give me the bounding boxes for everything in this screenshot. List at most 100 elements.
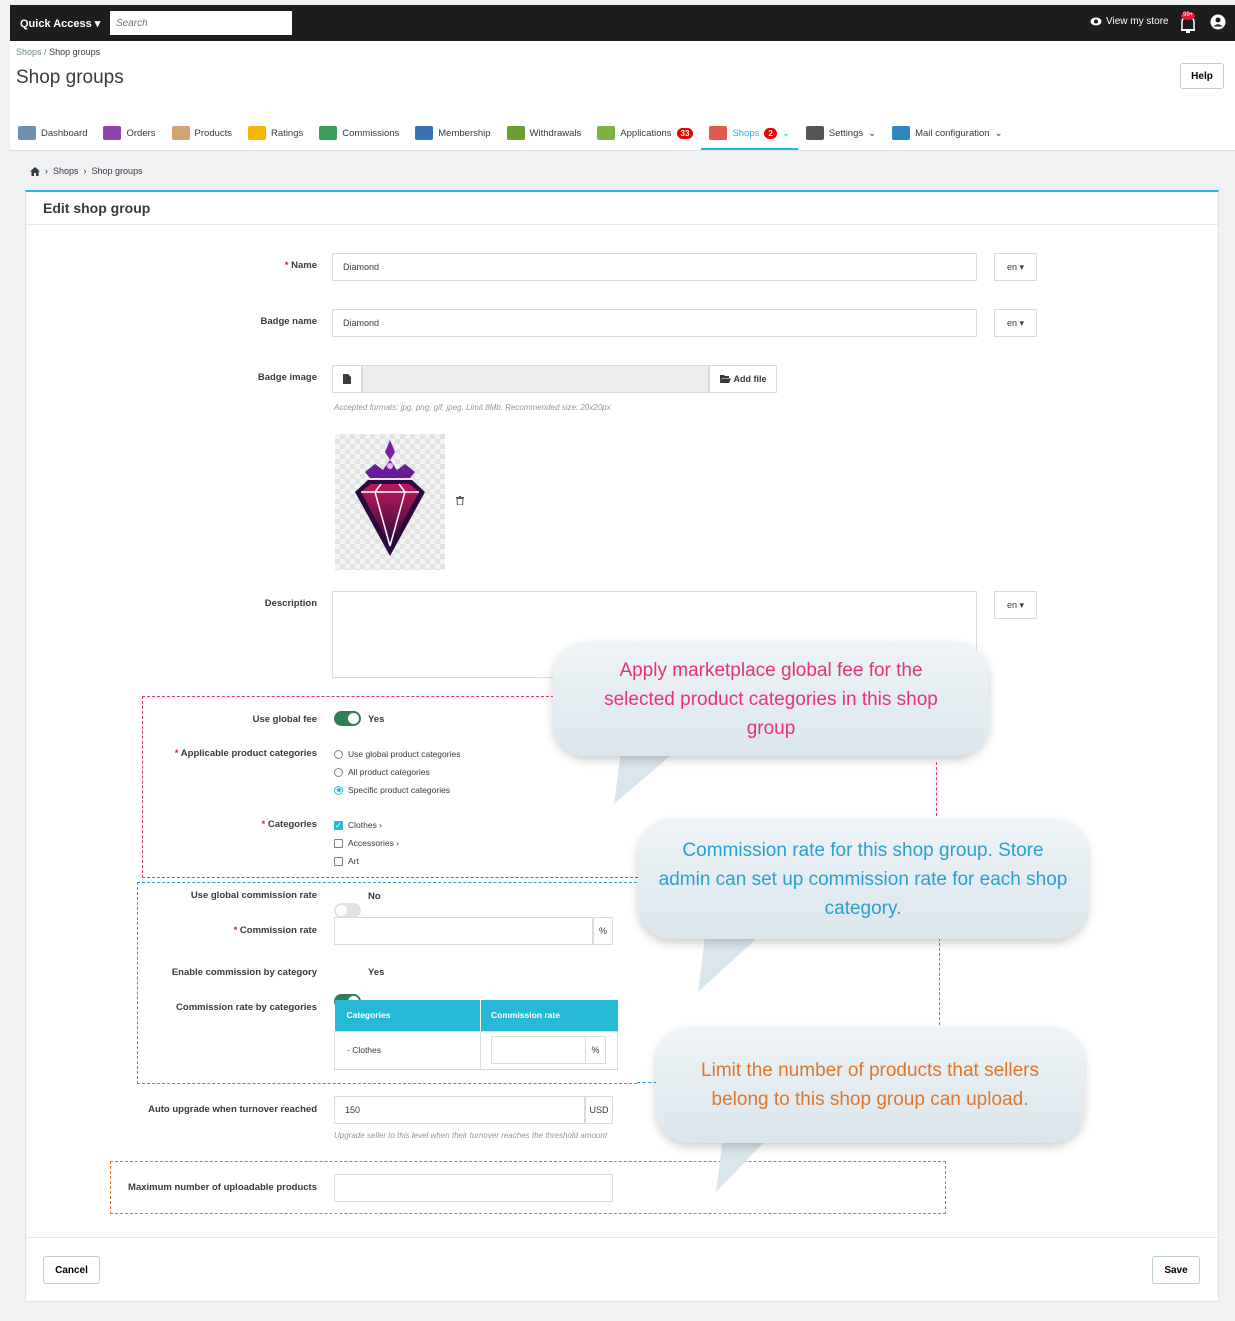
applicable-option[interactable]: Specific product categories: [334, 785, 460, 795]
use-global-fee-label: Use global fee: [252, 714, 317, 725]
top-bar: Quick Access ▾ View my store 99+: [10, 5, 1235, 41]
use-global-fee-value: Yes: [368, 714, 385, 725]
use-global-commission-label: Use global commission rate: [190, 890, 317, 901]
callout-commission-rate: Commission rate for this shop group. Sto…: [638, 819, 1088, 939]
category-item[interactable]: Accessories ›: [334, 838, 399, 848]
view-store-link[interactable]: View my store: [1090, 16, 1169, 27]
categories-label: * Categories: [150, 819, 317, 830]
trash-icon[interactable]: [456, 496, 464, 505]
auto-upgrade-help: Upgrade seller to this level when their …: [334, 1131, 608, 1140]
auto-upgrade-input[interactable]: 150: [334, 1096, 585, 1124]
applicable-option[interactable]: All product categories: [334, 767, 460, 777]
tab-ratings[interactable]: Ratings: [240, 116, 311, 150]
tab-label: Membership: [438, 127, 491, 139]
user-icon[interactable]: [1210, 14, 1226, 30]
badge-name-label: Badge name: [260, 316, 318, 327]
table-cell-rate: %: [481, 1031, 618, 1069]
formats-help: Accepted formats: jpg, png, gif, jpeg. L…: [334, 403, 611, 412]
max-products-label: Maximum number of uploadable products: [128, 1182, 317, 1193]
option-label: Specific product categories: [348, 785, 451, 795]
category-label: Clothes ›: [348, 820, 383, 830]
quick-access-menu[interactable]: Quick Access ▾: [20, 17, 100, 30]
name-label: * Name: [200, 260, 317, 271]
save-button[interactable]: Save: [1152, 1256, 1200, 1284]
max-products-input[interactable]: [334, 1174, 613, 1202]
description-language-select[interactable]: en ▾: [994, 591, 1037, 619]
tab-shops[interactable]: Shops 2 ⌄: [701, 116, 799, 150]
checkbox[interactable]: [334, 838, 343, 848]
withdraw-icon: [506, 126, 525, 140]
name-input[interactable]: Diamond: [332, 253, 977, 281]
required-mark: *: [233, 925, 238, 936]
breadcrumb-shops[interactable]: Shops: [16, 47, 42, 57]
gears-icon: [805, 126, 824, 140]
tab-commissions[interactable]: Commissions: [311, 116, 407, 150]
radio-button[interactable]: [334, 749, 343, 759]
required-mark: *: [174, 748, 179, 759]
applicable-option[interactable]: Use global product categories: [334, 749, 460, 759]
breadcrumb-secondary: › Shops › Shop groups: [30, 166, 143, 176]
tab-label: Orders: [126, 127, 156, 139]
tab-label: Settings: [828, 127, 864, 139]
add-file-button[interactable]: Add file: [709, 365, 777, 393]
currency-addon: USD: [585, 1096, 613, 1124]
breadcrumb: Shops / Shop groups: [16, 47, 100, 57]
chevron-down-icon: ⌄: [781, 127, 790, 139]
category-item[interactable]: ✓ Clothes ›: [334, 820, 399, 830]
file-name-field[interactable]: [362, 365, 709, 393]
name-language-select[interactable]: en ▾: [994, 253, 1037, 281]
badge-image-label: Badge image: [257, 372, 317, 383]
diamond-crown-logo: [355, 440, 425, 556]
tab-mail-configuration[interactable]: Mail configuration ⌄: [884, 116, 1010, 150]
tab-label: Applications: [620, 127, 672, 139]
tab-applications[interactable]: Applications 33: [589, 116, 701, 150]
radio-button[interactable]: [334, 767, 343, 777]
commission-rate-table: Categories Commission rate - Clothes %: [334, 1000, 618, 1070]
view-store-label: View my store: [1106, 16, 1169, 27]
search-input[interactable]: [110, 11, 292, 35]
table-cell-category: - Clothes: [334, 1031, 481, 1069]
card-title: Edit shop group: [43, 200, 151, 216]
percent-addon: %: [586, 1036, 606, 1064]
badge-name-language-select[interactable]: en ▾: [994, 309, 1037, 337]
tab-label: Dashboard: [41, 127, 88, 139]
breadcrumb-shops-link[interactable]: Shops: [53, 166, 79, 176]
tab-products[interactable]: Products: [164, 116, 241, 150]
dashboard-icon: [18, 126, 36, 140]
tab-orders[interactable]: Orders: [95, 116, 163, 150]
table-row: - Clothes %: [334, 1031, 618, 1069]
help-button[interactable]: Help: [1180, 63, 1224, 89]
tab-settings[interactable]: Settings ⌄: [798, 116, 884, 150]
tab-withdrawals[interactable]: Withdrawals: [499, 116, 590, 150]
description-label: Description: [264, 598, 317, 609]
checkbox[interactable]: [334, 856, 343, 866]
eye-icon: [1090, 17, 1102, 26]
category-label: Accessories ›: [348, 838, 400, 848]
cancel-button[interactable]: Cancel: [43, 1256, 100, 1284]
breadcrumb-sep: ›: [45, 166, 48, 176]
use-global-fee-toggle[interactable]: [334, 711, 361, 726]
commission-highlight-bottom-ext: [637, 1082, 657, 1083]
auto-upgrade-label: Auto upgrade when turnover reached: [148, 1104, 317, 1115]
tab-label: Products: [194, 127, 233, 139]
home-icon[interactable]: [30, 166, 40, 176]
checkbox[interactable]: ✓: [334, 820, 343, 830]
check-icon: [597, 126, 616, 140]
tab-membership[interactable]: Membership: [407, 116, 498, 150]
tab-label: Mail configuration: [915, 127, 990, 139]
main-tabs: Dashboard Orders Products Ratings Commission…: [10, 116, 1235, 150]
tab-dashboard[interactable]: Dashboard: [10, 116, 95, 150]
chevron-down-icon: ⌄: [994, 127, 1003, 139]
category-item[interactable]: Art: [334, 856, 399, 866]
percent-addon: %: [593, 917, 613, 945]
notifications-bell-icon[interactable]: 99+: [1178, 12, 1198, 34]
enable-by-category-label: Enable commission by category: [171, 967, 317, 978]
badge-name-input[interactable]: Diamond: [332, 309, 977, 337]
callout-product-limit: Limit the number of products that seller…: [656, 1027, 1084, 1143]
rate-by-categories-label: Commission rate by categories: [176, 1002, 317, 1013]
category-rate-input[interactable]: [491, 1036, 586, 1064]
box-icon: [171, 126, 190, 140]
use-global-commission-toggle[interactable]: [334, 903, 361, 918]
commission-rate-input[interactable]: [334, 917, 593, 945]
radio-button[interactable]: [334, 785, 343, 795]
